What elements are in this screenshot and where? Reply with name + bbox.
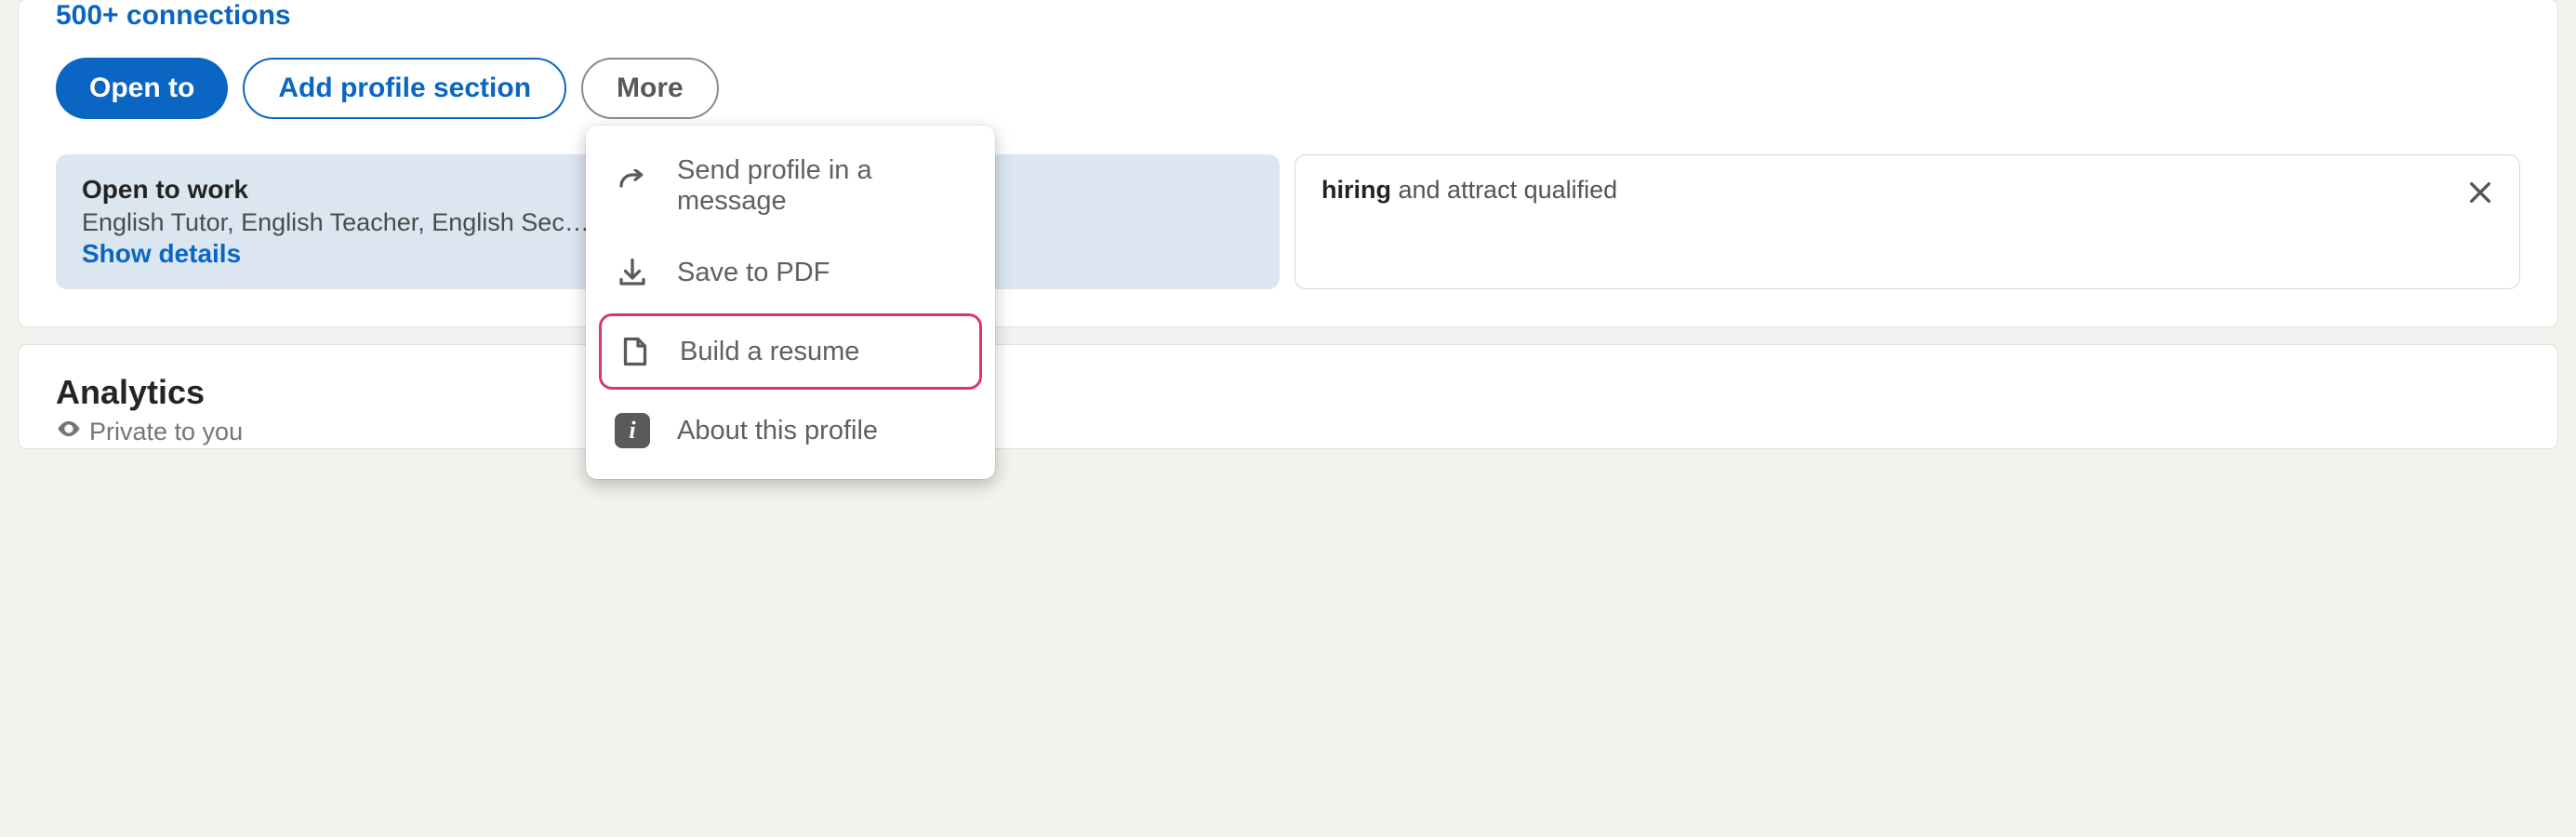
share-arrow-icon [614,167,651,205]
analytics-visibility-label: Private to you [89,418,243,446]
open-to-button[interactable]: Open to [56,58,228,119]
hiring-text: hiring and attract qualified [1321,176,2493,205]
document-icon [617,333,654,370]
add-profile-section-button[interactable]: Add profile section [243,58,566,119]
close-icon[interactable] [2465,178,2495,214]
eye-icon [56,416,82,448]
build-resume-menu-item[interactable]: Build a resume [599,313,982,390]
menu-item-label: About this profile [677,416,878,446]
profile-card: 500+ connections Open to Add profile sec… [19,0,2557,326]
menu-item-label: Send profile in a message [677,155,967,217]
show-details-link[interactable]: Show details [82,239,241,269]
save-to-pdf-menu-item[interactable]: Save to PDF [586,235,995,310]
analytics-heading: Analytics [56,373,2520,412]
menu-item-label: Save to PDF [677,258,830,288]
highlight-cards: Open to work English Tutor, English Teac… [56,154,2520,289]
info-icon: i [614,412,651,449]
analytics-visibility: Private to you [56,416,2520,448]
hiring-card[interactable]: hiring and attract qualified [1295,154,2520,289]
connections-link[interactable]: 500+ connections [56,0,2520,32]
analytics-card: Analytics Private to you [19,345,2557,448]
more-button[interactable]: More [581,58,719,119]
profile-actions-row: Open to Add profile section More [56,58,2520,119]
download-icon [614,254,651,291]
about-profile-menu-item[interactable]: i About this profile [586,393,995,468]
more-dropdown: Send profile in a message Save to PDF Bu… [586,126,995,479]
menu-item-label: Build a resume [680,337,859,367]
send-profile-menu-item[interactable]: Send profile in a message [586,137,995,235]
